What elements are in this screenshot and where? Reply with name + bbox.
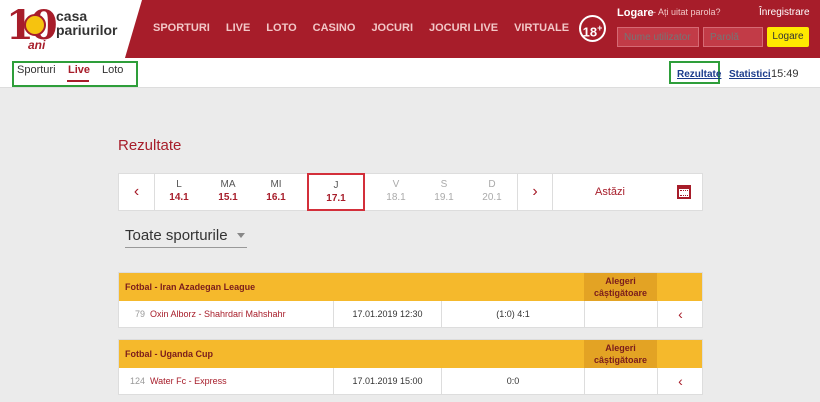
day-tuesday[interactable]: MA 15.1 — [204, 174, 252, 210]
table-row: 124 Water Fc - Express 17.01.2019 15:00 … — [119, 368, 702, 394]
tab-loto[interactable]: Loto — [102, 64, 123, 76]
main-nav: SPORTURI LIVE LOTO CASINO JOCURI JOCURI … — [153, 22, 585, 34]
day-name: L — [176, 179, 182, 190]
calendar-icon[interactable] — [677, 185, 691, 199]
football-icon — [24, 14, 46, 36]
caret-down-icon — [237, 233, 245, 238]
nav-loto[interactable]: LOTO — [266, 22, 296, 34]
date-picker: ‹ L 14.1 MA 15.1 MI 16.1 J 17.1 V 18.1 S 19.1 … — [118, 173, 703, 211]
table-row: 79 Oxin Alborz - Shahrdari Mahshahr 17.0… — [119, 301, 702, 327]
match-date: 17.01.2019 15:00 — [333, 368, 441, 394]
league-header: Fotbal - Iran Azadegan League Alegeri câ… — [119, 273, 702, 301]
league-table: Fotbal - Iran Azadegan League Alegeri câ… — [118, 272, 703, 328]
match-score: (1:0) 4:1 — [441, 301, 584, 327]
nav-jocuri-live[interactable]: JOCURI LIVE — [429, 22, 498, 34]
event-id: 79 — [134, 309, 145, 319]
day-thursday-selected[interactable]: J 17.1 — [307, 173, 365, 211]
winning-selections — [584, 368, 657, 394]
day-name: V — [392, 179, 400, 190]
results-link[interactable]: Rezultate — [677, 69, 721, 80]
page-title: Rezultate — [118, 137, 182, 154]
day-name: S — [440, 179, 448, 190]
logo-text: casa pariurilor — [56, 8, 118, 38]
expand-chevron-icon[interactable]: ‹ — [657, 368, 703, 394]
next-week-button[interactable]: › — [517, 174, 553, 210]
day-date: 15.1 — [218, 192, 238, 203]
chevron-right-icon: › — [532, 183, 538, 200]
sport-select[interactable]: Toate sporturile — [125, 227, 247, 248]
nav-jocuri[interactable]: JOCURI — [371, 22, 413, 34]
match-date: 17.01.2019 12:30 — [333, 301, 441, 327]
day-date: 18.1 — [386, 192, 406, 203]
age-badge-number: 18 — [582, 24, 598, 40]
age-badge-plus: + — [597, 23, 603, 33]
day-date: 17.1 — [326, 193, 346, 204]
clock: 15:49 — [771, 68, 799, 80]
winning-selections — [584, 301, 657, 327]
expand-chevron-icon[interactable]: ‹ — [657, 301, 703, 327]
day-date: 19.1 — [434, 192, 454, 203]
logo-ani: ani — [28, 38, 46, 52]
prev-week-button[interactable]: ‹ — [119, 174, 155, 210]
nav-casino[interactable]: CASINO — [313, 22, 356, 34]
tab-sporturi[interactable]: Sporturi — [17, 64, 56, 76]
day-name: MI — [270, 179, 282, 190]
event-id: 124 — [129, 376, 145, 386]
register-link[interactable]: Înregistrare — [759, 7, 810, 18]
day-name: J — [333, 180, 339, 191]
nav-live[interactable]: LIVE — [226, 22, 250, 34]
top-header: 10 ani casa pariurilor SPORTURI LIVE LOT… — [0, 0, 820, 58]
match-name[interactable]: Oxin Alborz - Shahrdari Mahshahr — [148, 301, 333, 327]
league-name: Fotbal - Uganda Cup — [125, 349, 213, 359]
day-monday[interactable]: L 14.1 — [155, 174, 203, 210]
nav-sporturi[interactable]: SPORTURI — [153, 22, 210, 34]
username-field[interactable] — [617, 27, 699, 47]
match-name[interactable]: Water Fc - Express — [148, 368, 333, 394]
match-score: 0:0 — [441, 368, 584, 394]
league-table: Fotbal - Uganda Cup Alegeri câștigătoare… — [118, 339, 703, 395]
league-header: Fotbal - Uganda Cup Alegeri câștigătoare — [119, 340, 702, 368]
day-name: D — [488, 179, 496, 190]
statistics-link[interactable]: Statistici — [729, 69, 771, 80]
day-date: 16.1 — [266, 192, 286, 203]
day-wednesday[interactable]: MI 16.1 — [252, 174, 300, 210]
forgot-password-link[interactable]: - Ați uitat parola? — [653, 7, 721, 17]
day-name: MA — [220, 179, 236, 190]
password-field[interactable] — [703, 27, 763, 47]
day-saturday[interactable]: S 19.1 — [420, 174, 468, 210]
tab-live[interactable]: Live — [68, 64, 90, 76]
age-18-badge: 18+ — [579, 15, 606, 42]
chevron-left-icon: ‹ — [133, 183, 140, 200]
day-sunday[interactable]: D 20.1 — [468, 174, 516, 210]
login-button[interactable]: Logare — [767, 27, 809, 47]
day-friday[interactable]: V 18.1 — [372, 174, 420, 210]
nav-virtuale[interactable]: VIRTUALE — [514, 22, 569, 34]
sport-select-value: Toate sporturile — [125, 227, 228, 244]
login-title: Logare — [617, 7, 654, 19]
winners-header: Alegeri câștigătoare — [584, 273, 657, 301]
active-tab-indicator — [67, 80, 89, 82]
day-date: 14.1 — [169, 192, 189, 203]
winners-header: Alegeri câștigătoare — [584, 340, 657, 368]
day-date: 20.1 — [482, 192, 502, 203]
logo[interactable]: 10 ani casa pariurilor — [0, 0, 142, 58]
league-name: Fotbal - Iran Azadegan League — [125, 282, 256, 292]
today-button[interactable]: Astăzi — [555, 174, 665, 210]
